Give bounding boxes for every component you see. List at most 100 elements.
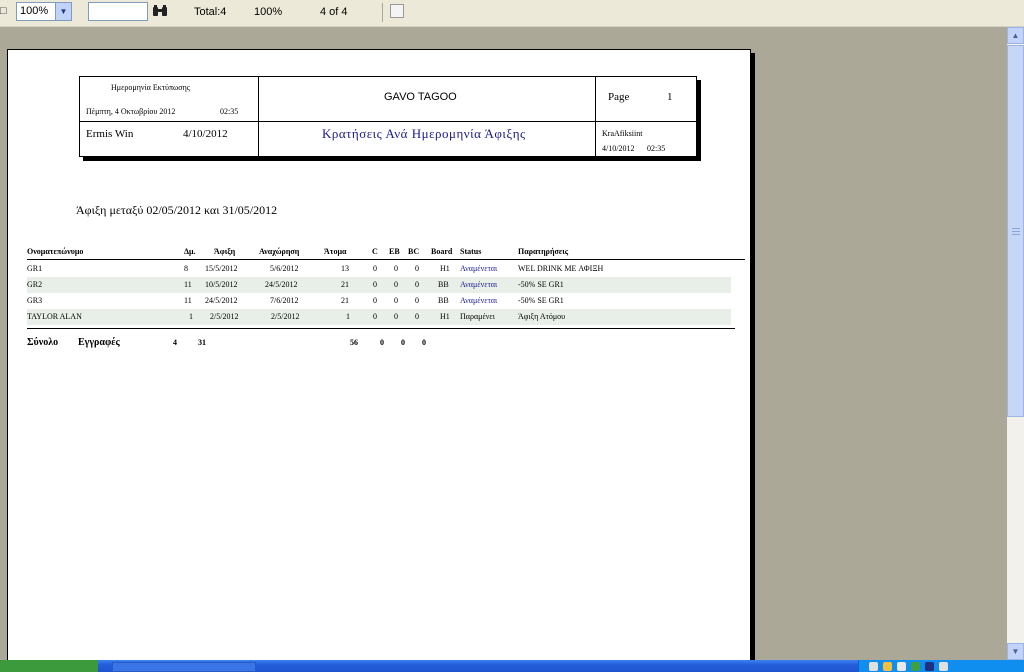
cell-c: 0 xyxy=(373,264,377,273)
chevron-down-icon[interactable]: ▼ xyxy=(55,3,71,20)
cell-c: 0 xyxy=(373,312,377,321)
cell-bc: 0 xyxy=(415,296,419,305)
search-input[interactable] xyxy=(88,2,148,21)
page-counter: 4 of 4 xyxy=(320,6,348,18)
report-date: 4/10/2012 xyxy=(602,144,635,153)
cell-status: Αναμένεται xyxy=(460,264,498,273)
cell-persons: 13 xyxy=(341,264,349,273)
column-header-board: Board xyxy=(431,247,453,256)
report-toolbar: □ 100% ▼ Total:4 100% 4 of 4 xyxy=(0,0,1024,27)
column-header-rooms: Δμ. xyxy=(184,247,196,256)
scroll-thumb[interactable] xyxy=(1007,45,1024,417)
tray-icon[interactable] xyxy=(897,662,906,671)
total-eb: 0 xyxy=(401,338,405,347)
total-bc: 0 xyxy=(422,338,426,347)
cell-c: 0 xyxy=(373,296,377,305)
zoom-value: 100% xyxy=(20,5,49,17)
user-date: 4/10/2012 xyxy=(183,128,228,140)
cell-status: Αναμένεται xyxy=(460,280,498,289)
column-header-notes: Παρατηρήσεις xyxy=(518,247,569,256)
cell-eb: 0 xyxy=(394,280,398,289)
cell-departure: 5/6/2012 xyxy=(270,264,299,273)
tray-icon[interactable] xyxy=(925,662,934,671)
table-row[interactable]: GR3 11 24/5/2012 7/6/2012 21 0 0 0 BB Αν… xyxy=(27,293,731,309)
cell-notes: Άφιξη Ατόμου xyxy=(518,312,566,321)
cell-board: BB xyxy=(438,280,449,289)
vertical-scrollbar[interactable]: ▲ ▼ xyxy=(1007,27,1024,660)
cell-rooms: 11 xyxy=(184,296,192,305)
column-header-status: Status xyxy=(460,247,482,256)
cell-departure: 7/6/2012 xyxy=(270,296,299,305)
cell-status: Παραμένει xyxy=(460,312,495,321)
cell-status: Αναμένεται xyxy=(460,296,498,305)
company-name: GAVO TAGOO xyxy=(384,91,457,103)
records-label: Εγγραφές xyxy=(78,337,120,348)
cell-arrival: 24/5/2012 xyxy=(205,296,238,305)
page-label: Page xyxy=(608,91,630,103)
cell-eb: 0 xyxy=(394,312,398,321)
cell-persons: 21 xyxy=(341,296,349,305)
total-c: 0 xyxy=(380,338,384,347)
report-code: KraAfiksiint xyxy=(602,129,643,138)
totals-divider xyxy=(27,328,735,329)
print-time: 02:35 xyxy=(220,107,239,116)
report-title: Κρατήσεις Ανά Ημερομηνία Άφιξης xyxy=(322,126,526,141)
report-time: 02:35 xyxy=(647,144,666,153)
cell-arrival: 10/5/2012 xyxy=(205,280,238,289)
cell-notes: -50% SE GR1 xyxy=(518,280,564,289)
start-button[interactable] xyxy=(0,660,98,672)
tray-icon[interactable] xyxy=(883,662,892,671)
print-date: Πέμπτη, 4 Οκτωβρίου 2012 xyxy=(86,107,176,116)
taskbar-item[interactable] xyxy=(112,662,256,672)
page-number: 1 xyxy=(667,91,673,103)
total-rooms: 31 xyxy=(198,338,206,347)
column-header-arrival: Άφιξη xyxy=(214,247,236,256)
column-header-name: Ονοματεπώνυμο xyxy=(27,247,84,256)
cell-name: GR2 xyxy=(27,280,43,289)
header-divider xyxy=(27,259,745,260)
cell-bc: 0 xyxy=(415,280,419,289)
cell-board: H1 xyxy=(440,264,450,273)
cell-rooms: 11 xyxy=(184,280,192,289)
cell-rooms: 1 xyxy=(189,312,193,321)
total-label: Total:4 xyxy=(194,6,227,18)
cell-arrival: 15/5/2012 xyxy=(205,264,238,273)
totals-label: Σύνολο xyxy=(27,337,59,348)
cell-c: 0 xyxy=(373,280,377,289)
report-page: Ημερομηνία Εκτύπωσης Πέμπτη, 4 Οκτωβρίου… xyxy=(7,49,751,660)
print-icon[interactable]: □ xyxy=(0,5,8,19)
table-row[interactable]: GR2 11 10/5/2012 24/5/2012 21 0 0 0 BB Α… xyxy=(27,277,731,293)
binoculars-icon[interactable] xyxy=(152,4,168,18)
column-header-c: C xyxy=(372,247,378,256)
scroll-down-button[interactable]: ▼ xyxy=(1007,643,1024,660)
cell-bc: 0 xyxy=(415,264,419,273)
table-row[interactable]: GR1 8 15/5/2012 5/6/2012 13 0 0 0 H1 Ανα… xyxy=(27,261,731,277)
cell-departure: 24/5/2012 xyxy=(265,280,298,289)
cell-arrival: 2/5/2012 xyxy=(210,312,239,321)
column-header-eb: EB xyxy=(389,247,400,256)
cell-board: H1 xyxy=(440,312,450,321)
zoom-select[interactable]: 100% ▼ xyxy=(16,2,72,21)
cell-persons: 1 xyxy=(346,312,350,321)
column-header-departure: Αναχώρηση xyxy=(259,247,300,256)
column-header-bc: BC xyxy=(408,247,420,256)
tray-icon[interactable] xyxy=(869,662,878,671)
cell-notes: WEL DRINK ME ΑΦΙΞΗ xyxy=(518,264,604,273)
toolbar-divider xyxy=(382,3,383,22)
table-row[interactable]: TAYLOR ALAN 1 2/5/2012 2/5/2012 1 0 0 0 … xyxy=(27,309,731,325)
report-viewer[interactable]: Ημερομηνία Εκτύπωσης Πέμπτη, 4 Οκτωβρίου… xyxy=(0,27,1007,660)
percent-label: 100% xyxy=(254,6,283,18)
cell-name: GR1 xyxy=(27,264,43,273)
cell-board: BB xyxy=(438,296,449,305)
tray-icon[interactable] xyxy=(911,662,920,671)
taskbar xyxy=(0,660,1024,672)
report-header: Ημερομηνία Εκτύπωσης Πέμπτη, 4 Οκτωβρίου… xyxy=(79,76,697,157)
arrival-range-text: Άφιξη μεταξύ 02/05/2012 και 31/05/2012 xyxy=(76,203,278,217)
column-header-persons: Άτομα xyxy=(324,247,347,256)
print-date-label: Ημερομηνία Εκτύπωσης xyxy=(111,83,190,92)
export-icon[interactable] xyxy=(390,4,404,18)
cell-name: TAYLOR ALAN xyxy=(27,312,82,321)
tray-icon[interactable] xyxy=(939,662,948,671)
scroll-up-button[interactable]: ▲ xyxy=(1007,27,1024,44)
cell-notes: -50% SE GR1 xyxy=(518,296,564,305)
